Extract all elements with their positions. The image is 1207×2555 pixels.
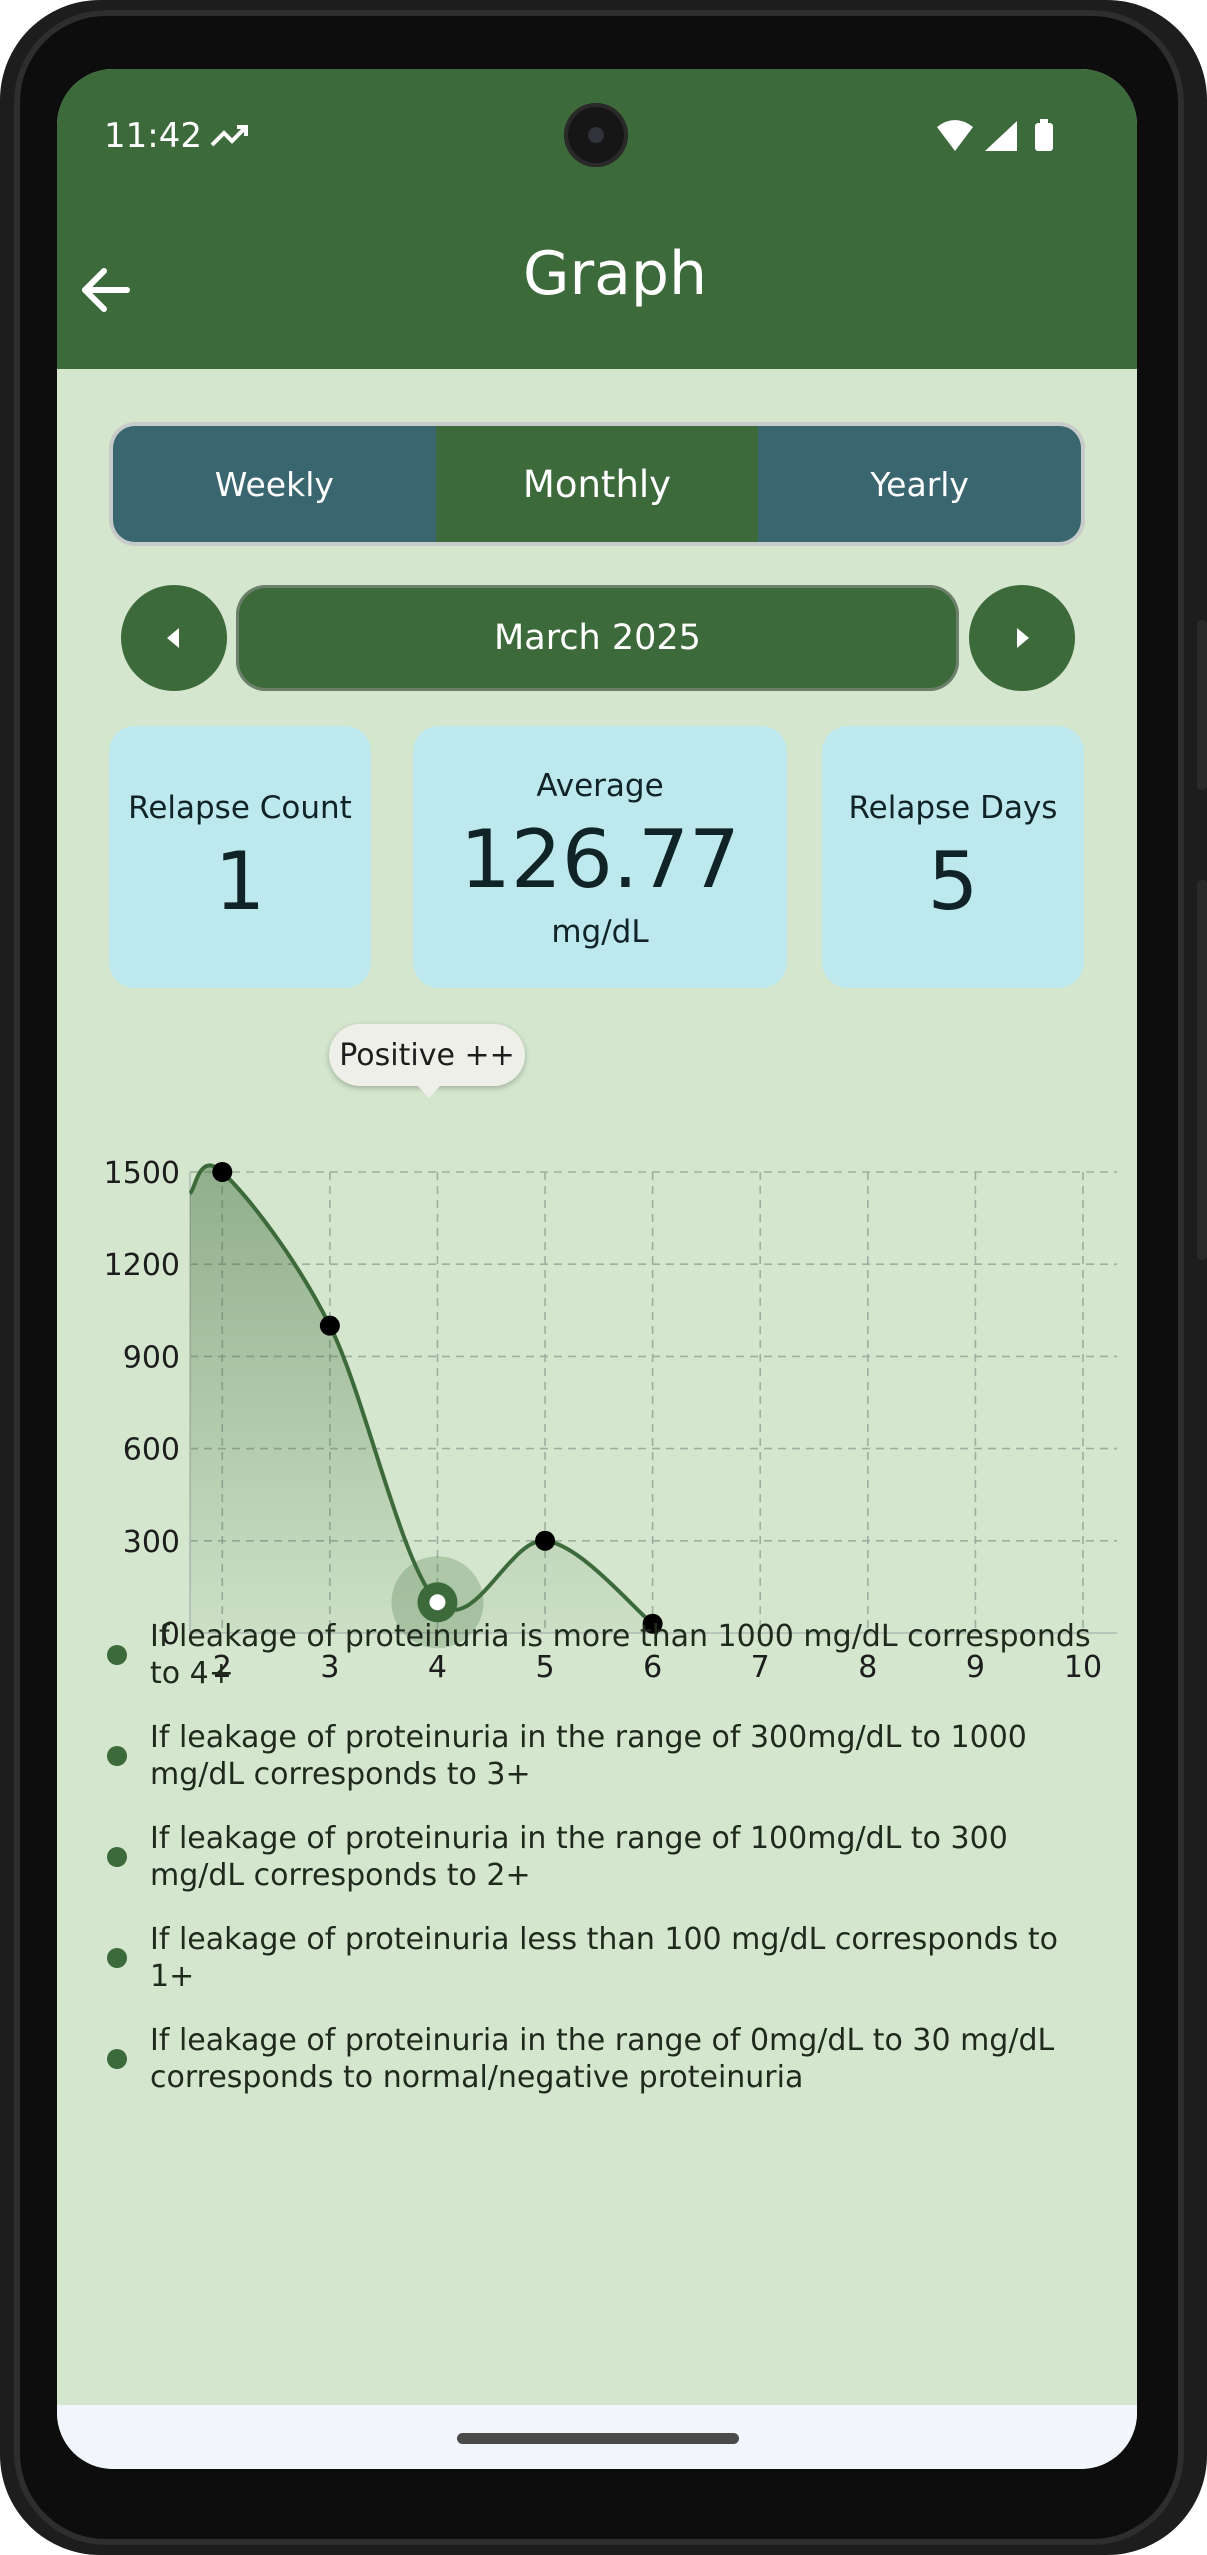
relapse-count-value: 1 bbox=[214, 835, 266, 928]
trending-icon bbox=[210, 121, 250, 155]
previous-month-button[interactable] bbox=[121, 585, 227, 691]
bullet-icon bbox=[107, 1645, 127, 1665]
period-tabs: Weekly Monthly Yearly bbox=[109, 422, 1085, 546]
front-camera bbox=[564, 103, 628, 167]
status-time: 11:42 bbox=[104, 116, 202, 156]
proteinuria-line-chart[interactable]: 0300600900120015002 3 4 5 6 7 8 9 10 bbox=[57, 1019, 1137, 1689]
average-card: Average 126.77 mg/dL bbox=[413, 726, 787, 988]
y-tick-label: 1200 bbox=[104, 1248, 180, 1283]
phone-frame: 11:42 Graph Weekly Monthly Yearly March … bbox=[0, 0, 1207, 2555]
next-month-button[interactable] bbox=[969, 585, 1075, 691]
bullet-icon bbox=[107, 1847, 127, 1867]
power-button bbox=[1197, 880, 1207, 1260]
app-bar: 11:42 Graph bbox=[57, 69, 1137, 369]
relapse-days-card: Relapse Days 5 bbox=[822, 726, 1084, 988]
y-tick-label: 300 bbox=[123, 1525, 180, 1560]
average-unit: mg/dL bbox=[551, 914, 649, 950]
y-tick-label: 600 bbox=[123, 1433, 180, 1468]
legend-item: If leakage of proteinuria is more than 1… bbox=[107, 1618, 1107, 1692]
bullet-icon bbox=[107, 1948, 127, 1968]
screen: 11:42 Graph Weekly Monthly Yearly March … bbox=[57, 69, 1137, 2469]
home-handle[interactable] bbox=[457, 2433, 739, 2444]
wifi-icon bbox=[937, 120, 973, 151]
caret-right-icon bbox=[1017, 628, 1029, 648]
tab-weekly[interactable]: Weekly bbox=[113, 426, 436, 542]
y-tick-label: 1500 bbox=[104, 1156, 180, 1191]
legend-item: If leakage of proteinuria in the range o… bbox=[107, 2022, 1107, 2096]
legend: If leakage of proteinuria is more than 1… bbox=[107, 1618, 1107, 2123]
month-selector[interactable]: March 2025 bbox=[236, 585, 959, 691]
relapse-count-card: Relapse Count 1 bbox=[109, 726, 371, 988]
tab-monthly[interactable]: Monthly bbox=[435, 426, 759, 542]
tab-yearly[interactable]: Yearly bbox=[758, 426, 1081, 542]
signal-icon bbox=[985, 121, 1017, 151]
y-tick-label: 900 bbox=[123, 1340, 180, 1375]
data-point bbox=[535, 1530, 556, 1551]
data-point bbox=[212, 1162, 233, 1182]
caret-left-icon bbox=[167, 628, 179, 648]
page-title: Graph bbox=[522, 239, 708, 309]
legend-item: If leakage of proteinuria less than 100 … bbox=[107, 1921, 1107, 1995]
point-tooltip: Positive ++ bbox=[329, 1024, 525, 1098]
data-point bbox=[319, 1315, 340, 1336]
bullet-icon bbox=[107, 1746, 127, 1766]
status-icons bbox=[935, 117, 1065, 161]
relapse-days-value: 5 bbox=[927, 835, 979, 928]
legend-item: If leakage of proteinuria in the range o… bbox=[107, 1719, 1107, 1793]
relapse-count-label: Relapse Count bbox=[128, 790, 352, 826]
battery-icon bbox=[1035, 119, 1053, 151]
selected-point-center bbox=[429, 1594, 446, 1611]
bullet-icon bbox=[107, 2049, 127, 2069]
average-label: Average bbox=[536, 768, 664, 804]
relapse-days-label: Relapse Days bbox=[848, 790, 1058, 826]
average-value: 126.77 bbox=[460, 813, 740, 906]
volume-button bbox=[1197, 620, 1207, 790]
legend-item: If leakage of proteinuria in the range o… bbox=[107, 1820, 1107, 1894]
gesture-nav-bar bbox=[57, 2405, 1137, 2469]
